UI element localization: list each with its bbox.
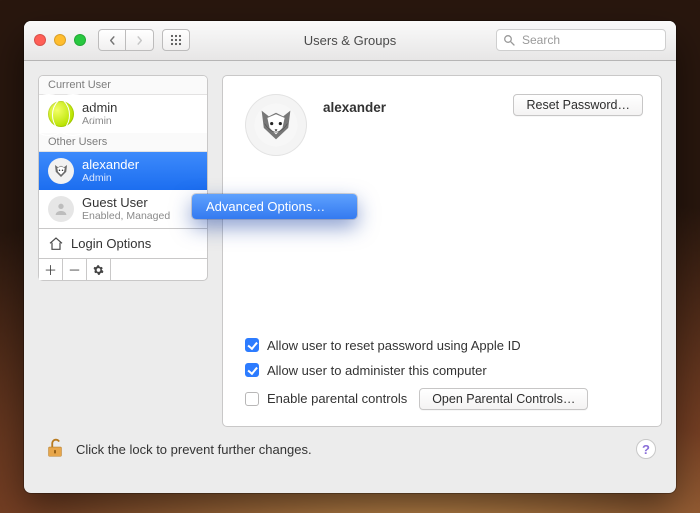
- parental-controls-row: Enable parental controls Open Parental C…: [245, 388, 588, 410]
- show-all-button[interactable]: [162, 29, 190, 51]
- zoom-window-button[interactable]: [74, 34, 86, 46]
- chevron-left-icon: [108, 36, 117, 45]
- lock-button[interactable]: [44, 437, 66, 462]
- fox-portrait-icon: [253, 102, 299, 148]
- login-options-row[interactable]: Login Options: [39, 228, 207, 258]
- chevron-right-icon: [135, 36, 144, 45]
- search-field[interactable]: [496, 29, 666, 51]
- sidebar-column: Current User admin Admin Other Users: [38, 75, 208, 427]
- lock-hint: Click the lock to prevent further change…: [76, 442, 312, 457]
- window-controls: [34, 34, 86, 46]
- sidebar-section-other: Other Users: [39, 133, 207, 152]
- context-menu-advanced-options[interactable]: Advanced Options…: [192, 196, 357, 217]
- add-user-button[interactable]: ＋: [39, 259, 63, 280]
- grid-icon: [170, 34, 182, 46]
- minimize-window-button[interactable]: [54, 34, 66, 46]
- allow-reset-appleid-checkbox[interactable]: [245, 338, 259, 352]
- user-sidebar: Current User admin Admin Other Users: [38, 75, 208, 260]
- user-detail-panel: alexander Reset Password… Allow user to …: [222, 75, 662, 427]
- avatar-guest-icon: [48, 196, 74, 222]
- unlock-icon: [44, 437, 66, 459]
- context-menu: Advanced Options…: [192, 194, 357, 219]
- other-user-0-name: alexander: [82, 157, 139, 173]
- content: Current User admin Admin Other Users: [24, 61, 676, 493]
- search-input[interactable]: [520, 32, 659, 48]
- sidebar-tools: ＋ －: [38, 259, 208, 281]
- forward-button[interactable]: [126, 29, 154, 51]
- avatar-tennis-icon: [48, 101, 74, 127]
- parental-controls-checkbox[interactable]: [245, 392, 259, 406]
- other-user-0-role: Admin: [82, 172, 139, 185]
- back-button[interactable]: [98, 29, 126, 51]
- search-icon: [503, 34, 515, 46]
- avatar-fox-icon: [48, 158, 74, 184]
- help-button[interactable]: ?: [636, 439, 656, 459]
- user-actions-button[interactable]: [87, 259, 111, 280]
- profile-picture[interactable]: [245, 94, 307, 156]
- toolbar: Users & Groups: [24, 21, 676, 61]
- open-parental-controls-button[interactable]: Open Parental Controls…: [419, 388, 588, 410]
- close-window-button[interactable]: [34, 34, 46, 46]
- sidebar-section-current: Current User: [39, 76, 207, 95]
- allow-admin-checkbox[interactable]: [245, 363, 259, 377]
- other-user-1-role: Enabled, Managed: [82, 210, 170, 223]
- allow-admin-label: Allow user to administer this computer: [267, 363, 487, 378]
- reset-password-button[interactable]: Reset Password…: [513, 94, 643, 116]
- remove-user-button[interactable]: －: [63, 259, 87, 280]
- sidebar-item-alexander[interactable]: alexander Admin: [39, 152, 207, 190]
- user-options: Allow user to reset password using Apple…: [245, 338, 588, 410]
- allow-reset-appleid-label: Allow user to reset password using Apple…: [267, 338, 521, 353]
- nav-segment: [98, 29, 154, 51]
- sidebar-item-guest[interactable]: Guest User Enabled, Managed: [39, 190, 207, 228]
- profile-name: alexander: [323, 100, 386, 115]
- footer: Click the lock to prevent further change…: [38, 427, 662, 462]
- house-icon: [48, 236, 64, 252]
- parental-controls-label: Enable parental controls: [267, 391, 407, 406]
- gear-icon: [93, 264, 104, 276]
- sidebar-item-current-user[interactable]: admin Admin: [39, 95, 207, 133]
- allow-admin-row[interactable]: Allow user to administer this computer: [245, 363, 588, 378]
- other-user-1-name: Guest User: [82, 195, 170, 211]
- login-options-label: Login Options: [71, 236, 151, 251]
- allow-reset-appleid-row[interactable]: Allow user to reset password using Apple…: [245, 338, 588, 353]
- preferences-window: Users & Groups Current User admin Admin: [24, 21, 676, 493]
